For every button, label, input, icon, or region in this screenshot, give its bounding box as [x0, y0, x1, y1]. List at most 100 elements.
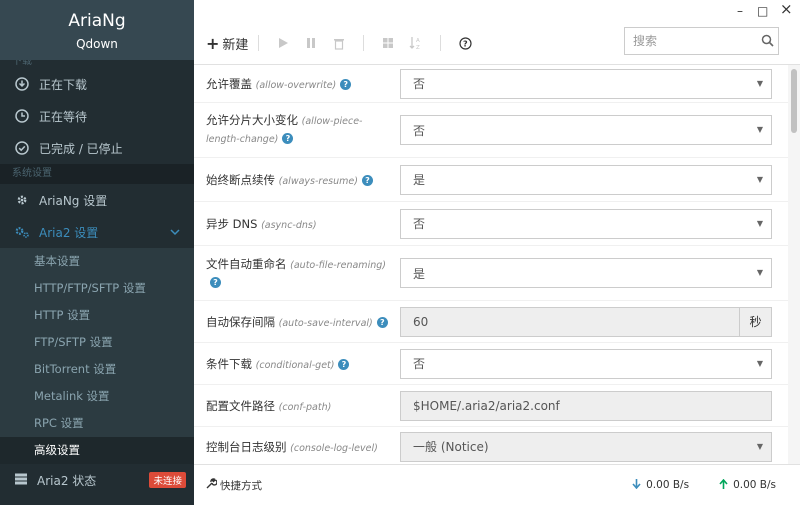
sub-item-http[interactable]: HTTP 设置	[0, 302, 194, 329]
sidebar-item-waiting[interactable]: 正在等待	[0, 100, 194, 132]
setting-label: 文件自动重命名 (auto-file-renaming)?	[194, 246, 400, 300]
help-circle-icon[interactable]: ?	[338, 358, 350, 370]
svg-text:A: A	[416, 38, 420, 44]
setting-field: 否 ▼	[400, 343, 788, 384]
sidebar-item-stopped[interactable]: 已完成 / 已停止	[0, 132, 194, 164]
shortcut-label: 快捷方式	[220, 479, 262, 492]
caret-down-icon: ▼	[756, 174, 763, 184]
help-circle-icon[interactable]: ?	[282, 133, 294, 144]
sub-item-bittorrent[interactable]: BitTorrent 设置	[0, 356, 194, 383]
sidebar-item-label: 正在下载	[39, 77, 88, 92]
caret-down-icon: ▼	[756, 218, 763, 228]
select-value: 一般 (Notice)	[413, 440, 489, 454]
sidebar-item-label: Aria2 设置	[39, 225, 99, 240]
aria2-settings-submenu: 基本设置 HTTP/FTP/SFTP 设置 HTTP 设置 FTP/SFTP 设…	[0, 248, 194, 464]
sub-item-rpc[interactable]: RPC 设置	[0, 410, 194, 437]
setting-key: (auto-save-interval)	[278, 317, 373, 329]
allow-overwrite-select[interactable]: 否 ▼	[400, 68, 772, 99]
plus-icon: +	[206, 33, 220, 53]
sort-icon[interactable]: AZ	[408, 35, 424, 51]
search-input[interactable]	[624, 27, 779, 55]
sidebar-item-aria2-settings[interactable]: Aria2 设置	[0, 216, 194, 248]
minimize-button[interactable]: –	[737, 4, 743, 18]
auto-save-interval-input[interactable]: 60	[400, 306, 740, 337]
setting-name: 允许分片大小变化	[206, 113, 298, 127]
settings-list: 允许覆盖 (allow-overwrite)? 否 ▼ 允许分片大小变化 (al…	[194, 65, 788, 464]
nav-header-downloads: 下载	[12, 60, 32, 67]
new-task-button[interactable]: + 新建	[206, 34, 248, 53]
setting-row: 允许分片大小变化 (allow-piece-length-change)? 否 …	[194, 103, 788, 158]
sub-item-http-ftp-sftp[interactable]: HTTP/FTP/SFTP 设置	[0, 275, 194, 302]
help-circle-icon[interactable]: ?	[361, 174, 373, 186]
setting-label: 配置文件路径 (conf-path)	[194, 385, 400, 426]
trash-icon[interactable]	[331, 35, 347, 51]
conf-path-input: $HOME/.aria2/aria2.conf	[400, 390, 772, 421]
setting-field: 60 秒	[400, 301, 788, 342]
setting-name: 条件下载	[206, 356, 252, 371]
sub-item-metalink[interactable]: Metalink 设置	[0, 383, 194, 410]
help-icon[interactable]: ?	[457, 35, 473, 51]
allow-piece-length-change-select[interactable]: 否 ▼	[400, 115, 772, 145]
help-circle-icon[interactable]: ?	[376, 316, 388, 328]
toolbar-divider	[258, 35, 260, 51]
setting-key: (always-resume)	[278, 175, 358, 187]
svg-text:?: ?	[463, 39, 468, 48]
check-circle-icon	[14, 140, 30, 156]
shortcut-link[interactable]: 快捷方式	[194, 478, 262, 493]
sub-item-basic[interactable]: 基本设置	[0, 248, 194, 275]
setting-field: 一般 (Notice) ▼	[400, 427, 788, 464]
scrollbar[interactable]	[788, 65, 800, 464]
status-bar: 快捷方式 0.00 B/s 0.00 B/s	[194, 464, 800, 505]
pause-icon[interactable]	[303, 35, 319, 51]
arrow-up-icon	[719, 478, 728, 492]
download-icon	[14, 76, 30, 92]
sidebar-item-aria2-status[interactable]: Aria2 状态 未连接	[0, 464, 194, 496]
async-dns-select[interactable]: 否 ▼	[400, 208, 772, 239]
input-value: 60	[413, 314, 429, 329]
setting-key: (conf-path)	[278, 401, 332, 413]
help-circle-icon[interactable]: ?	[340, 78, 352, 90]
sub-item-advanced[interactable]: 高级设置	[0, 437, 194, 464]
setting-name: 异步 DNS	[206, 216, 258, 231]
setting-name: 始终断点续传	[206, 172, 275, 187]
upload-speed: 0.00 B/s	[719, 478, 776, 492]
setting-key: (async-dns)	[261, 219, 317, 231]
help-circle-icon[interactable]: ?	[210, 276, 221, 288]
search-icon[interactable]	[761, 34, 774, 50]
setting-key: (console-log-level)	[290, 442, 378, 454]
server-icon	[14, 472, 28, 489]
sidebar-item-downloading[interactable]: 正在下载	[0, 68, 194, 100]
chevron-down-icon	[170, 225, 180, 239]
gear-icon	[14, 192, 30, 208]
seconds-addon: 秒	[740, 306, 772, 337]
new-task-label: 新建	[222, 37, 249, 53]
toolbar: + 新建 AZ ?	[206, 33, 479, 53]
setting-name: 自动保存间隔	[206, 314, 275, 329]
maximize-button[interactable]: □	[757, 4, 768, 18]
conditional-get-select[interactable]: 否 ▼	[400, 348, 772, 379]
caret-down-icon: ▼	[756, 441, 763, 451]
caret-down-icon: ▼	[756, 78, 763, 88]
always-resume-select[interactable]: 是 ▼	[400, 164, 772, 195]
wrench-icon	[206, 478, 218, 492]
auto-file-renaming-select[interactable]: 是 ▼	[400, 258, 772, 288]
setting-label: 异步 DNS (async-dns)	[194, 202, 400, 245]
setting-label: 条件下载 (conditional-get)?	[194, 343, 400, 384]
grid-icon[interactable]	[380, 35, 396, 51]
svg-text:Z: Z	[416, 45, 420, 50]
close-button[interactable]: ×	[780, 0, 793, 18]
setting-key: (conditional-get)	[255, 359, 335, 371]
sub-item-ftp-sftp[interactable]: FTP/SFTP 设置	[0, 329, 194, 356]
setting-row: 异步 DNS (async-dns) 否 ▼	[194, 202, 788, 246]
download-speed-value: 0.00 B/s	[646, 479, 690, 491]
setting-label: 允许覆盖 (allow-overwrite)?	[194, 65, 400, 102]
scrollbar-thumb[interactable]	[791, 69, 797, 133]
nav-header-settings: 系统设置	[0, 164, 194, 184]
app-title: AriaNg	[68, 11, 126, 31]
play-icon[interactable]	[275, 35, 291, 51]
sidebar-item-ariang-settings[interactable]: AriaNg 设置	[0, 184, 194, 216]
setting-row: 配置文件路径 (conf-path) $HOME/.aria2/aria2.co…	[194, 385, 788, 427]
select-value: 否	[413, 217, 426, 231]
brand: AriaNg Qdown	[0, 0, 194, 60]
select-value: 是	[413, 266, 426, 281]
